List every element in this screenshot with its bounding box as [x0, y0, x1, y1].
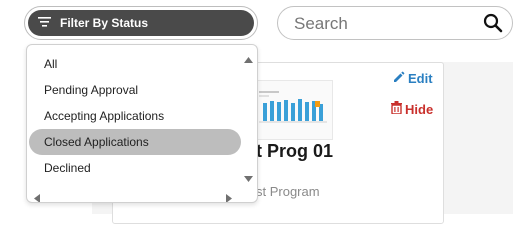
menu-item-closed-applications[interactable]: Closed Applications	[29, 129, 241, 155]
thumbnail-chart	[259, 91, 327, 123]
program-subtitle: st Program	[256, 184, 320, 199]
trash-icon	[391, 101, 402, 117]
scroll-up-arrow-icon[interactable]	[244, 50, 253, 68]
filter-by-status-label: Filter By Status	[60, 16, 149, 30]
scroll-down-arrow-icon[interactable]	[244, 169, 253, 187]
status-dropdown-menu[interactable]: All Pending Approval Accepting Applicati…	[26, 44, 258, 203]
filter-lines-icon	[38, 16, 51, 30]
filter-by-status-control: Filter By Status	[24, 6, 258, 40]
edit-label: Edit	[408, 71, 433, 86]
filter-by-status-button[interactable]: Filter By Status	[28, 10, 254, 36]
menu-item-all[interactable]: All	[29, 51, 241, 77]
scroll-left-arrow-icon[interactable]	[34, 190, 40, 202]
menu-item-pending-approval[interactable]: Pending Approval	[29, 77, 241, 103]
pencil-icon	[393, 71, 405, 86]
scroll-right-arrow-icon[interactable]	[226, 190, 232, 202]
search-icon[interactable]	[483, 13, 503, 38]
search-box	[277, 6, 513, 40]
menu-item-declined[interactable]: Declined	[29, 155, 241, 181]
program-thumbnail	[254, 80, 333, 140]
hide-label: Hide	[405, 101, 434, 117]
menu-item-accepting-applications[interactable]: Accepting Applications	[29, 103, 241, 129]
program-title: t Prog 01	[256, 141, 334, 161]
search-input[interactable]	[292, 12, 472, 36]
edit-button[interactable]: Edit	[393, 71, 433, 86]
hide-button[interactable]: Hide	[391, 101, 433, 117]
